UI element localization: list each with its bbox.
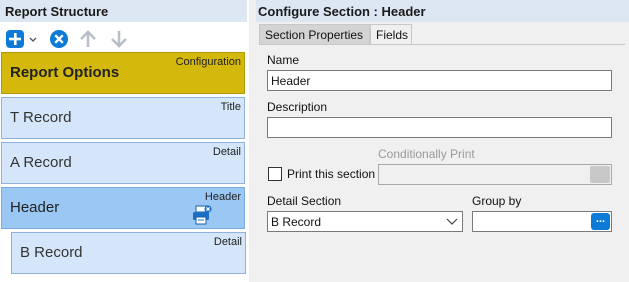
conditionally-print-label: Conditionally Print (378, 147, 475, 161)
chevron-down-icon (446, 218, 458, 225)
configure-section-panel: Configure Section : Header Section Prope… (256, 0, 629, 282)
condition-builder-button (590, 166, 610, 183)
section-a-record[interactable]: Detail A Record (1, 142, 245, 184)
section-name: A Record (10, 154, 72, 171)
section-name: Report Options (10, 64, 120, 81)
detail-section-label: Detail Section (267, 194, 342, 208)
description-label: Description (267, 100, 328, 114)
section-name: Header (10, 199, 60, 216)
detail-section-value: B Record (271, 215, 322, 229)
printer-icon (193, 205, 212, 225)
move-up-button[interactable] (78, 29, 98, 49)
section-report-options[interactable]: Configuration Report Options (1, 52, 245, 94)
move-down-button[interactable] (109, 29, 129, 49)
configure-section-title: Configure Section : Header (256, 0, 629, 22)
remove-section-button[interactable] (49, 29, 69, 49)
group-by-browse-button[interactable]: ... (591, 213, 610, 230)
add-section-button[interactable] (5, 29, 25, 49)
section-type-tag: Header (204, 191, 241, 203)
section-type-tag: Detail (212, 146, 241, 158)
section-header[interactable]: Header Header (1, 187, 245, 229)
section-name: B Record (20, 244, 83, 261)
detail-section-select[interactable]: B Record (267, 211, 463, 232)
tab-fields[interactable]: Fields (370, 24, 412, 44)
arrow-down-icon (111, 31, 127, 48)
group-by-label: Group by (472, 194, 522, 208)
structure-toolbar (0, 26, 249, 52)
section-type-tag: Configuration (175, 56, 241, 68)
section-type-tag: Title (220, 101, 241, 113)
report-structure-panel: Report Structure Configuration Report Op… (0, 0, 249, 282)
section-t-record[interactable]: Title T Record (1, 97, 245, 139)
section-type-tag: Detail (213, 236, 242, 248)
section-properties-content: Name Header Description Conditionally Pr… (259, 44, 625, 282)
add-dropdown-button[interactable] (27, 29, 39, 49)
condition-field (378, 164, 612, 185)
name-field[interactable]: Header (267, 70, 612, 91)
report-structure-title: Report Structure (0, 0, 247, 22)
arrow-up-icon (80, 30, 96, 47)
plus-circle-icon (6, 30, 24, 48)
description-field[interactable] (267, 117, 612, 138)
section-b-record[interactable]: Detail B Record (11, 232, 246, 274)
name-label: Name (267, 53, 300, 67)
section-name: T Record (10, 109, 72, 126)
chevron-down-icon (29, 37, 37, 42)
tab-section-properties[interactable]: Section Properties (259, 24, 370, 44)
print-section-label: Print this section (287, 167, 376, 181)
print-section-checkbox[interactable] (268, 167, 282, 181)
x-circle-icon (50, 30, 68, 48)
panel-splitter[interactable] (249, 0, 256, 282)
